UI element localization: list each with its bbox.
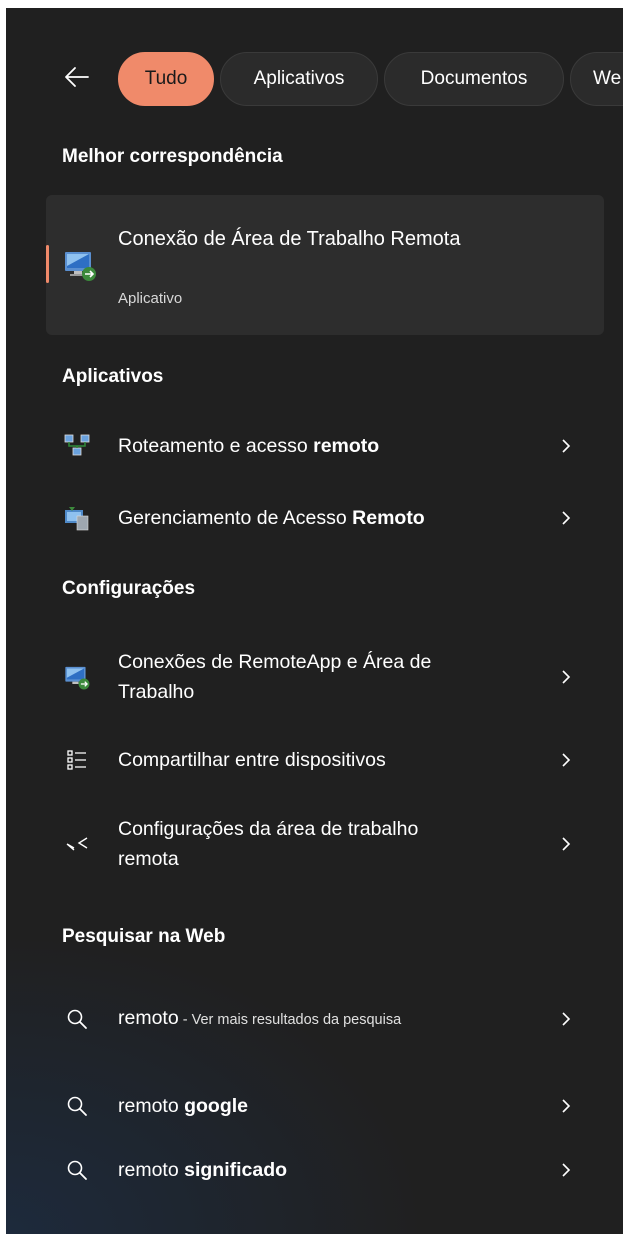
remote-access-management-icon: [65, 507, 89, 531]
apps-heading: Aplicativos: [62, 366, 164, 387]
best-match-title: Conexão de Área de Trabalho Remota: [118, 228, 461, 250]
chevron-right-icon: [562, 1163, 571, 1177]
list-icon: [67, 750, 86, 770]
chip-label: Tudo: [144, 68, 188, 89]
chevron-right-icon: [562, 753, 571, 767]
chip-label: Documentos: [420, 68, 528, 89]
result-label: remoto - Ver mais resultados da pesquisa: [118, 1007, 402, 1029]
remote-desktop-icon: [65, 252, 96, 281]
web-result-see-more[interactable]: remoto - Ver mais resultados da pesquisa: [46, 978, 604, 1060]
result-label: Roteamento e acesso remoto: [118, 435, 380, 457]
result-label: Configurações da área de trabalho remota: [118, 818, 419, 870]
result-label: remoto google: [118, 1095, 249, 1117]
filter-bar: Tudo Aplicativos Documentos We: [6, 52, 623, 106]
filter-chip-web[interactable]: We: [570, 52, 623, 106]
setting-result-share-devices[interactable]: Compartilhar entre dispositivos: [46, 730, 604, 790]
chevron-right-icon: [562, 670, 571, 684]
remote-desktop-settings-icon: [66, 837, 88, 851]
remote-desktop-icon: [65, 666, 90, 690]
filter-chip-documents[interactable]: Documentos: [384, 52, 564, 106]
chevron-right-icon: [562, 1012, 571, 1026]
arrow-left-icon: [65, 67, 89, 87]
web-result-google[interactable]: remoto google: [46, 1076, 604, 1136]
chevron-right-icon: [562, 837, 571, 851]
chip-label: Aplicativos: [253, 68, 345, 89]
best-match-subtitle: Aplicativo: [118, 290, 183, 307]
result-label: Conexões de RemoteApp e Área de Trabalho: [118, 651, 432, 703]
app-result-routing[interactable]: Roteamento e acesso remoto: [46, 416, 604, 476]
search-icon: [67, 1160, 87, 1180]
network-routing-icon: [64, 434, 90, 456]
web-search-heading: Pesquisar na Web: [62, 926, 226, 947]
back-button[interactable]: [62, 62, 92, 92]
best-match-heading: Melhor correspondência: [62, 146, 283, 167]
result-label: remoto significado: [118, 1159, 288, 1181]
filter-chip-all[interactable]: Tudo: [118, 52, 214, 106]
app-result-remote-access-management[interactable]: Gerenciamento de Acesso Remoto: [46, 488, 604, 548]
result-label: Gerenciamento de Acesso Remoto: [118, 507, 425, 529]
search-icon: [67, 1009, 87, 1029]
best-match-item[interactable]: Conexão de Área de Trabalho Remota Aplic…: [46, 195, 604, 335]
chevron-right-icon: [562, 439, 571, 453]
filter-chip-apps[interactable]: Aplicativos: [220, 52, 378, 106]
setting-result-remoteapp[interactable]: Conexões de RemoteApp e Área de Trabalho: [46, 636, 604, 718]
search-results-panel: Tudo Aplicativos Documentos We Melhor co…: [6, 8, 623, 1234]
chevron-right-icon: [562, 511, 571, 525]
search-icon: [67, 1096, 87, 1116]
selection-indicator: [46, 245, 49, 283]
web-result-meaning[interactable]: remoto significado: [46, 1140, 604, 1200]
chevron-right-icon: [562, 1099, 571, 1113]
result-label: Compartilhar entre dispositivos: [118, 749, 386, 771]
settings-heading: Configurações: [62, 578, 196, 599]
chip-label: We: [593, 68, 622, 89]
setting-result-remote-desktop-settings[interactable]: Configurações da área de trabalho remota: [46, 803, 604, 885]
